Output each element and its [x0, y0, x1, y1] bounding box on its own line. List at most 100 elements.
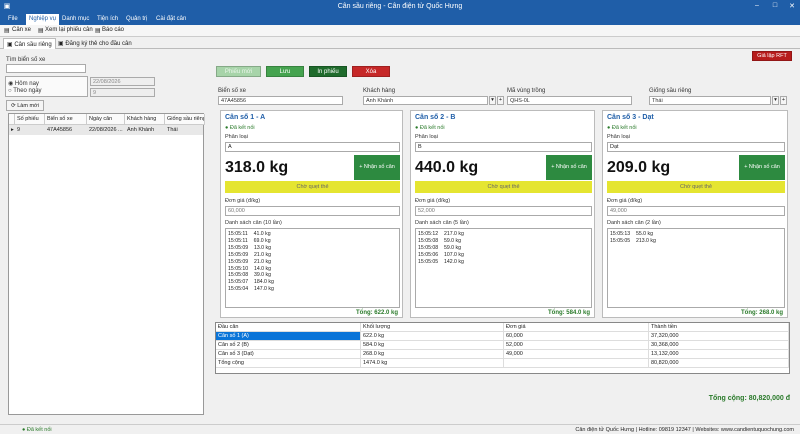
customer-dropdown-icon[interactable]: ▾	[489, 96, 496, 105]
class-label: Phân loại	[225, 134, 248, 140]
region-label: Mã vùng trồng	[507, 88, 546, 94]
list-item: 15:05:11 41.0 kg	[228, 231, 271, 237]
report-icon: ▤	[95, 28, 101, 34]
refresh-button[interactable]: ⟳ Làm mới	[6, 100, 44, 111]
scale-total: Tổng: 268.0 kg	[740, 310, 783, 316]
toolbar-bao-cao[interactable]: Báo cáo	[102, 27, 124, 33]
tab-can-sau-rieng[interactable]: ▣ Cân sầu riêng	[3, 38, 56, 49]
price-field[interactable]: 49,000	[607, 206, 785, 216]
summary-cell: 60,000	[504, 332, 649, 341]
price-field[interactable]: 52,000	[415, 206, 592, 216]
weigh-list[interactable]: 15:05:13 55.0 kg 15:05:05 213.0 kg	[607, 228, 785, 308]
list-item: 15:05:12 217.0 kg	[418, 231, 464, 237]
simulate-rfid-button[interactable]: Giả lập RFT	[752, 51, 792, 61]
summary-cell: Cân số 2 (B)	[216, 341, 361, 350]
grid-cell: 22/08/2026 ...	[89, 127, 123, 133]
menu-tien-ich[interactable]: Tiện ích	[97, 16, 118, 22]
receive-weight-button[interactable]: + Nhận số cân	[739, 155, 785, 180]
list-item: 15:05:13 55.0 kg	[610, 231, 653, 237]
price-label: Đơn giá (đ/kg)	[607, 198, 643, 204]
grid-cell: Thái	[167, 127, 178, 133]
region-input[interactable]: QHS-0L	[507, 96, 632, 105]
radio-by-day[interactable]: ○ Theo ngày	[8, 88, 42, 94]
window-title: Cân sầu riêng - Cân điện tử Quốc Hưng	[337, 3, 463, 10]
menu-quan-tri[interactable]: Quản trị	[126, 16, 147, 22]
menu-danh-muc[interactable]: Danh mục	[62, 16, 89, 22]
variety-select[interactable]: Thái	[649, 96, 771, 105]
grid-cell: Anh Khánh	[127, 127, 155, 133]
summary-cell: 13,132,000	[649, 350, 789, 359]
list-item: 15:05:08 39.0 kg	[228, 272, 271, 279]
grid-header[interactable]: Giống sầu riêng	[165, 114, 205, 125]
list-item: 15:05:11 69.0 kg	[228, 237, 271, 244]
wait-card-bar: Chờ quẹt thẻ	[607, 181, 785, 193]
summary-cell[interactable]: Cân số 1 (A)	[216, 332, 361, 341]
receive-weight-button[interactable]: + Nhận số cân	[546, 155, 592, 180]
radio-today[interactable]: ◉ Hôm nay	[8, 80, 39, 87]
new-receipt-button[interactable]: Phiếu mới	[216, 66, 261, 77]
toolbar-can-xe[interactable]: Cân xe	[12, 27, 31, 33]
tab-dang-ky-the[interactable]: ▣ Đăng ký thẻ cho đầu cân	[55, 38, 135, 49]
summary-cell: 268.0 kg	[361, 350, 504, 359]
grid-header[interactable]: Biển số xe	[45, 114, 87, 125]
weigh-list[interactable]: 15:05:11 41.0 kg 15:05:11 69.0 kg 15:05:…	[225, 228, 400, 308]
grid-header[interactable]: Ngày cân	[87, 114, 125, 125]
receipt-icon: ▤	[38, 28, 44, 34]
class-label: Phân loại	[607, 134, 630, 140]
count-field: 9	[90, 88, 155, 97]
delete-button[interactable]: Xóa	[352, 66, 390, 77]
list-item: 15:05:07 184.0 kg	[228, 279, 274, 286]
menu-file[interactable]: File	[8, 16, 18, 22]
class-field[interactable]: B	[415, 142, 592, 152]
grid-header[interactable]: Số phiếu	[15, 114, 45, 125]
summary-header[interactable]: Khối lượng	[361, 323, 504, 332]
menu-nghiep-vu[interactable]: Nghiệp vụ	[26, 14, 60, 25]
summary-cell	[504, 359, 649, 368]
grid-header[interactable]: Khách hàng	[125, 114, 165, 125]
scale-panel-1: Cân số 1 - A ● Đã kết nối Phân loại A 31…	[220, 110, 403, 318]
scale-panel-3: Cân số 3 - Dạt ● Đã kết nối Phân loại Dạ…	[602, 110, 788, 318]
connection-status: ● Đã kết nối	[607, 125, 637, 131]
summary-cell: 622.0 kg	[361, 332, 504, 341]
print-button[interactable]: In phiếu	[309, 66, 347, 77]
scale-name: Cân số 3 - Dạt	[607, 114, 654, 121]
summary-cell: 37,320,000	[649, 332, 789, 341]
list-item: 15:05:05 142.0 kg	[418, 258, 464, 265]
class-label: Phân loại	[415, 134, 438, 140]
summary-header[interactable]: Đơn giá	[504, 323, 649, 332]
price-field[interactable]: 60,000	[225, 206, 400, 216]
variety-label: Giống sầu riêng	[649, 88, 692, 94]
date-picker[interactable]: 22/08/2026	[90, 77, 155, 86]
list-item: 15:05:04 147.0 kg	[228, 286, 274, 293]
save-button[interactable]: Lưu	[266, 66, 304, 77]
class-field[interactable]: A	[225, 142, 400, 152]
summary-header[interactable]: Thành tiền	[649, 323, 789, 332]
grid-cell: 47A45856	[47, 127, 73, 133]
receive-weight-button[interactable]: + Nhận số cân	[354, 155, 400, 180]
list-title: Danh sách cân (2 lần)	[607, 220, 661, 226]
price-label: Đơn giá (đ/kg)	[225, 198, 261, 204]
plate-input[interactable]: 47A45856	[218, 96, 343, 105]
summary-header[interactable]: Đầu cân	[216, 323, 361, 332]
grid-cell: 9	[17, 127, 21, 133]
summary-cell: 49,000	[504, 350, 649, 359]
minimize-icon[interactable]: –	[752, 2, 762, 9]
search-input[interactable]	[6, 64, 86, 73]
weight-display: 440.0 kg	[415, 159, 479, 176]
summary-cell: Cân số 3 (Dạt)	[216, 350, 361, 359]
list-item: 15:05:09 21.0 kg	[228, 258, 271, 265]
variety-dropdown-icon[interactable]: ▾	[772, 96, 779, 105]
customer-add-icon[interactable]: +	[497, 96, 504, 105]
list-item: 15:05:10 14.0 kg	[228, 265, 271, 272]
close-icon[interactable]: ✕	[787, 2, 797, 10]
toolbar-xem-lai[interactable]: Xem lại phiếu cân	[45, 27, 93, 33]
scale-icon: ▤	[4, 28, 10, 34]
menu-cai-dat-can[interactable]: Cài đặt cân	[156, 16, 186, 22]
weigh-list[interactable]: 15:05:12 217.0 kg 15:05:08 59.0 kg 15:05…	[415, 228, 592, 308]
list-item: 15:05:08 59.0 kg	[418, 244, 461, 251]
variety-add-icon[interactable]: +	[780, 96, 787, 105]
class-field[interactable]: Dạt	[607, 142, 785, 152]
summary-cell: 80,820,000	[649, 359, 789, 368]
maximize-icon[interactable]: □	[770, 2, 780, 9]
customer-select[interactable]: Anh Khánh	[363, 96, 488, 105]
